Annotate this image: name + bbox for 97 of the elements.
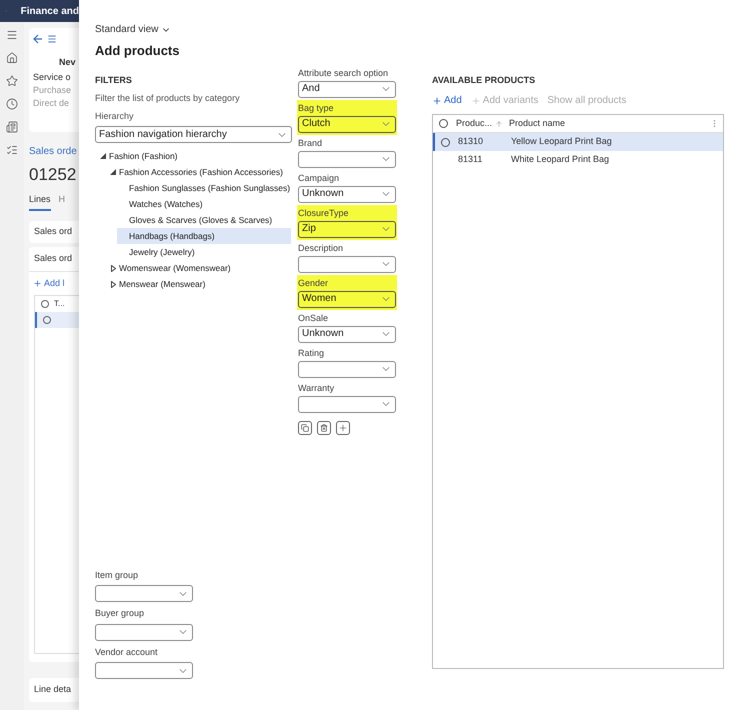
field-label: Vendor account — [95, 646, 159, 658]
field-label: Hierarchy — [95, 110, 135, 123]
menu-icon[interactable] — [6, 29, 18, 41]
expanded-arrow-icon[interactable] — [110, 169, 116, 175]
field-label: Warranty — [298, 382, 336, 394]
column-header[interactable]: Product name — [509, 116, 710, 130]
dropdown-field[interactable] — [298, 360, 396, 378]
order-number: 01252 — [29, 165, 78, 185]
dropdown-field[interactable] — [95, 585, 193, 602]
collapsed-arrow-icon[interactable] — [110, 264, 116, 272]
section-card[interactable]: Line deta — [29, 678, 79, 702]
dropdown-field[interactable] — [95, 624, 193, 640]
available-heading: AVAILABLE PRODUCTS — [432, 74, 536, 86]
field-label: Brand — [298, 136, 324, 148]
card-line: Service o — [33, 70, 72, 82]
dropdown-value: Zip — [302, 224, 316, 234]
view-selector[interactable]: Standard view — [95, 22, 172, 37]
card-heading: Nev — [59, 56, 77, 69]
tree-item[interactable]: Menswear (Menswear) — [107, 276, 291, 292]
add-attribute-button[interactable] — [336, 420, 350, 434]
field-label: Bag type — [298, 102, 335, 114]
radio-icon[interactable] — [441, 138, 450, 146]
field-label: ClosureType — [298, 206, 350, 218]
section-title: Line deta — [34, 682, 72, 696]
dropdown-value: Clutch — [302, 119, 330, 129]
copy-icon — [301, 424, 309, 432]
product-row[interactable]: 81310 Yellow Leopard Print Bag — [433, 133, 723, 151]
field-label: Gender — [298, 276, 330, 288]
dialog-title: Add products — [95, 42, 180, 60]
tree-item[interactable]: Fashion (Fashion) — [97, 148, 291, 164]
workspace-icon[interactable] — [6, 121, 18, 133]
dropdown-value: And — [302, 84, 320, 94]
tree-item[interactable]: Handbags (Handbags) — [117, 228, 291, 244]
star-icon[interactable] — [6, 75, 18, 87]
table-cell-text: White Leopard Print Bag — [511, 153, 610, 166]
dropdown-field[interactable] — [298, 256, 396, 272]
collapsed-arrow-icon[interactable] — [110, 280, 116, 288]
page-tab[interactable]: Lines — [29, 193, 51, 210]
tree-item[interactable]: Jewelry (Jewelry) — [117, 244, 291, 260]
column-header[interactable]: T... — [54, 298, 65, 310]
dropdown-field[interactable]: Women — [298, 290, 396, 308]
field-label: Attribute search option — [298, 66, 390, 78]
plus-icon — [33, 279, 42, 288]
copy-button[interactable] — [298, 420, 312, 434]
table-cell-text: 81311 — [458, 153, 484, 166]
filters-heading: FILTERS — [95, 74, 133, 86]
delete-button[interactable] — [317, 420, 331, 434]
tree-item[interactable]: Womenswear (Womenswear) — [107, 260, 291, 276]
dropdown-field[interactable]: Zip — [298, 220, 396, 238]
dropdown-field[interactable] — [298, 396, 396, 412]
field-label: Buyer group — [95, 607, 146, 620]
dropdown-field[interactable] — [298, 150, 396, 168]
field-label: OnSale — [298, 312, 330, 324]
breadcrumb-link[interactable]: Sales orde — [29, 144, 79, 159]
tree-item[interactable]: Watches (Watches) — [117, 196, 291, 212]
dropdown-value: Women — [302, 294, 336, 304]
dropdown-field[interactable]: Unknown — [298, 326, 396, 342]
field-label: Campaign — [298, 172, 340, 184]
dropdown-value: Fashion navigation hierarchy — [99, 130, 227, 140]
section-title: Sales ord — [33, 252, 74, 264]
dropdown-value: Unknown — [302, 189, 344, 199]
section-title: Sales ord — [34, 224, 72, 238]
field-label: Rating — [298, 346, 326, 358]
column-header[interactable]: Produc... — [456, 116, 493, 130]
card-line: Direct de — [33, 96, 70, 108]
lines-icon[interactable] — [47, 34, 57, 44]
dropdown-field[interactable] — [95, 662, 193, 679]
back-arrow-icon[interactable] — [33, 34, 43, 44]
clock-icon[interactable] — [6, 98, 18, 110]
table-cell-text: Yellow Leopard Print Bag — [511, 135, 612, 148]
dropdown-field[interactable]: Unknown — [298, 186, 396, 202]
add-button[interactable]: Add — [432, 93, 462, 108]
card-line: Purchase — [33, 84, 72, 96]
app-title: Finance and — [20, 4, 79, 18]
section-card[interactable]: Sales ord — [29, 220, 79, 242]
dropdown-value: Unknown — [302, 329, 344, 339]
variants-icon — [470, 96, 481, 106]
home-icon[interactable] — [6, 52, 18, 64]
add-line-button[interactable]: Add l — [33, 277, 79, 290]
field-label: Item group — [95, 568, 140, 582]
plus-icon — [432, 96, 442, 106]
radio-icon[interactable] — [439, 119, 448, 128]
plus-icon — [338, 422, 348, 432]
dropdown-field[interactable]: And — [298, 80, 396, 98]
table-cell-text: 81310 — [458, 135, 484, 148]
product-row[interactable]: 81311 White Leopard Print Bag — [433, 151, 723, 169]
filters-description: Filter the list of products by category — [95, 92, 241, 105]
grid-row[interactable] — [35, 312, 79, 328]
field-label: Description — [298, 242, 344, 254]
expanded-arrow-icon[interactable] — [100, 153, 106, 159]
tree-item[interactable]: Fashion Sunglasses (Fashion Sunglasses) — [117, 180, 291, 196]
dropdown-field[interactable]: Clutch — [298, 116, 396, 132]
tree-item[interactable]: Fashion Accessories (Fashion Accessories) — [107, 164, 291, 180]
list-icon[interactable] — [6, 144, 18, 156]
trash-icon — [320, 424, 328, 432]
tree-item[interactable]: Gloves & Scarves (Gloves & Scarves) — [117, 212, 291, 228]
dropdown-field[interactable]: Fashion navigation hierarchy — [95, 126, 292, 143]
